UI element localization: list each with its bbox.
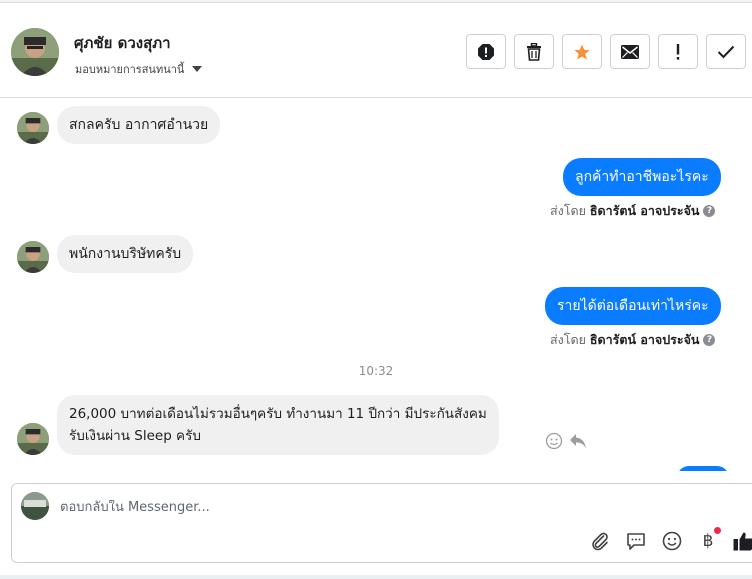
baht-payment-icon: ฿ (702, 531, 714, 551)
sent-by-label: ส่งโดย ธิดารัตน์ อาจประจัน ? (550, 201, 716, 221)
delete-button[interactable] (514, 34, 554, 69)
incoming-message-row: พนักงานบริษัทครับ (17, 235, 194, 273)
emoji-button[interactable] (661, 530, 683, 552)
trash-icon (527, 42, 541, 61)
mark-unread-button[interactable] (610, 34, 650, 69)
caret-down-icon (192, 66, 203, 72)
contact-name[interactable]: ศุภชัย ดวงสุภา (74, 31, 171, 55)
header-actions (466, 34, 746, 69)
star-icon (574, 44, 590, 59)
bottom-edge (0, 575, 752, 579)
message-thread[interactable]: สกลครับ อากาศอำนวย ลูกค้าทำอาชีพอะไรคะ ส… (0, 99, 752, 471)
sent-by-name: ธิดารัตน์ อาจประจัน (589, 332, 700, 347)
outgoing-message-bubble[interactable]: รายได้ต่อเดือนเท่าไหร่คะ (545, 287, 721, 325)
sent-by-name: ธิดารัตน์ อาจประจัน (589, 203, 700, 218)
mark-done-button[interactable] (706, 34, 746, 69)
incoming-message-row: สกลครับ อากาศอำนวย (17, 106, 221, 144)
thumbs-up-icon (733, 532, 752, 551)
paperclip-icon (592, 532, 608, 551)
sent-by-prefix: ส่งโดย (550, 203, 586, 218)
saved-reply-icon (627, 533, 645, 550)
help-icon[interactable]: ? (703, 205, 716, 217)
page-avatar (21, 492, 49, 520)
payment-button[interactable]: ฿ (697, 527, 721, 552)
sender-avatar (17, 112, 49, 144)
incoming-message-bubble[interactable]: สกลครับ อากาศอำนวย (57, 106, 221, 144)
message-line: รับเงินผ่าน Sleep ครับ (69, 428, 201, 444)
assign-conversation-dropdown[interactable]: มอบหมายการสนทนานี้ (75, 60, 203, 78)
composer-toolbar: ฿ (589, 527, 752, 552)
saved-reply-button[interactable] (625, 530, 647, 552)
star-button[interactable] (562, 34, 602, 69)
conversation-header: ศุภชัย ดวงสุภา มอบหมายการสนทนานี้ (0, 4, 752, 98)
message-timestamp: 10:32 (358, 364, 394, 378)
alert-octagon-icon (478, 43, 494, 60)
top-edge (0, 0, 752, 3)
sender-avatar (17, 241, 49, 273)
spam-button[interactable] (466, 34, 506, 69)
contact-avatar[interactable] (11, 28, 59, 76)
reply-composer: ฿ (11, 483, 752, 563)
message-tools (545, 432, 587, 450)
sender-avatar (17, 423, 49, 455)
help-icon[interactable]: ? (703, 334, 716, 346)
outgoing-message-bubble[interactable]: ลูกค้าทำอาชีพอะไรคะ (563, 158, 721, 196)
notification-dot (714, 527, 721, 534)
incoming-message-row: 26,000 บาทต่อเดือนไม่รวมอื่นๆครับ ทำงานม… (17, 395, 499, 455)
like-button[interactable] (733, 530, 752, 552)
emoji-icon (662, 531, 682, 551)
reply-icon[interactable] (569, 433, 587, 449)
emoji-react-icon[interactable] (545, 432, 563, 450)
exclamation-icon (676, 43, 680, 60)
incoming-message-bubble[interactable]: พนักงานบริษัทครับ (57, 235, 194, 273)
checkmark-icon (717, 45, 735, 58)
follow-up-button[interactable] (658, 34, 698, 69)
outgoing-message-bubble-partial[interactable] (677, 466, 729, 471)
sent-by-prefix: ส่งโดย (550, 332, 586, 347)
incoming-message-bubble[interactable]: 26,000 บาทต่อเดือนไม่รวมอื่นๆครับ ทำงานม… (57, 395, 499, 455)
assign-label: มอบหมายการสนทนานี้ (75, 63, 185, 76)
sent-by-label: ส่งโดย ธิดารัตน์ อาจประจัน ? (550, 330, 716, 350)
reply-input[interactable] (60, 500, 660, 515)
message-line: 26,000 บาทต่อเดือนไม่รวมอื่นๆครับ ทำงานม… (69, 406, 487, 422)
envelope-icon (621, 44, 639, 59)
attach-button[interactable] (589, 530, 611, 552)
